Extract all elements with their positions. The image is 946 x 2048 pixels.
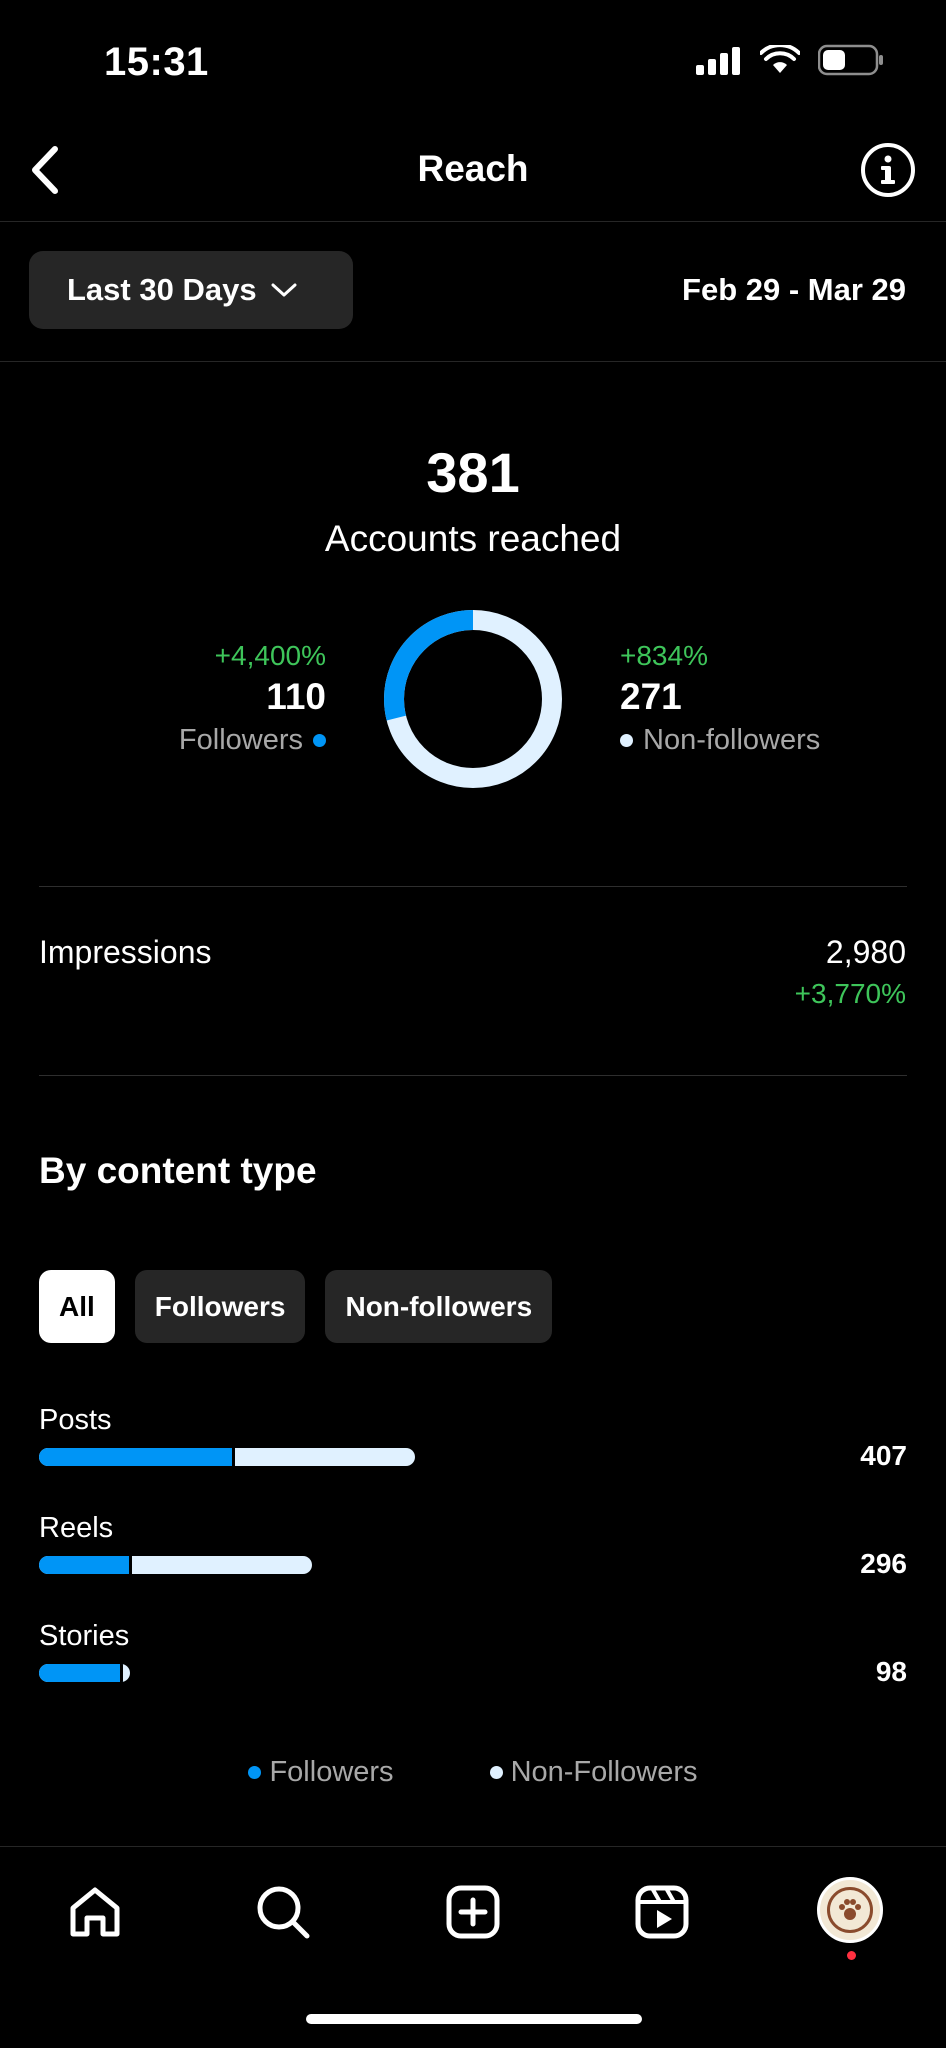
- bar-row-posts: Posts 407: [39, 1404, 907, 1494]
- reach-donut-chart: [384, 610, 562, 788]
- nav-bar: Reach: [0, 120, 946, 222]
- followers-dot-icon: [313, 734, 326, 747]
- info-button[interactable]: [858, 140, 918, 200]
- home-icon: [70, 1887, 120, 1937]
- bar-non-followers: [39, 1556, 312, 1574]
- chevron-down-icon: [271, 283, 297, 297]
- status-bar: 15:31: [0, 0, 946, 120]
- content-type-filter: All Followers Non-followers: [39, 1270, 553, 1343]
- impressions-change: +3,770%: [794, 978, 906, 1009]
- bar-row-stories: Stories 98: [39, 1620, 907, 1710]
- create-icon: [446, 1885, 500, 1939]
- tab-reels[interactable]: [627, 1877, 697, 1947]
- bar-row-reels: Reels 296: [39, 1512, 907, 1602]
- legend-label: Followers: [269, 1756, 394, 1788]
- filter-bar: Last 30 Days Feb 29 - Mar 29: [0, 222, 946, 362]
- bar-value: 296: [860, 1548, 907, 1579]
- impressions-label: Impressions: [39, 934, 212, 970]
- pill-all[interactable]: All: [39, 1270, 115, 1343]
- date-range-text: Feb 29 - Mar 29: [682, 272, 906, 307]
- search-icon: [257, 1886, 310, 1939]
- cellular-signal-icon: [696, 47, 740, 75]
- non-followers-label-row: Non-followers: [620, 724, 820, 757]
- bar-followers: [39, 1664, 123, 1682]
- content-type-title: By content type: [39, 1150, 317, 1191]
- home-indicator: [306, 2014, 642, 2024]
- legend-label: Non-Followers: [510, 1756, 698, 1788]
- bar-non-followers: [39, 1664, 130, 1682]
- accounts-reached-label: Accounts reached: [324, 518, 622, 559]
- tab-create[interactable]: [438, 1877, 508, 1947]
- wifi-icon: [760, 45, 800, 73]
- non-followers-dot-icon: [620, 734, 633, 747]
- paw-icon: [839, 1899, 861, 1920]
- bar-non-followers: [39, 1448, 415, 1466]
- divider: [39, 1075, 907, 1076]
- bar-followers: [39, 1448, 235, 1466]
- info-icon: [861, 143, 915, 197]
- divider: [39, 886, 907, 887]
- chart-legend: Followers Non-Followers: [0, 1756, 946, 1789]
- status-time: 15:31: [104, 40, 209, 84]
- reels-icon: [635, 1885, 689, 1939]
- impressions-value: 2,980: [825, 934, 906, 970]
- tab-profile[interactable]: [817, 1877, 883, 1943]
- non-followers-stat: +834% 271 Non-followers: [620, 640, 820, 757]
- followers-change: +4,400%: [214, 640, 326, 671]
- legend-dot-icon: [248, 1766, 262, 1779]
- followers-count: 110: [266, 676, 326, 717]
- tab-home[interactable]: [60, 1877, 130, 1947]
- bar-label: Posts: [39, 1404, 112, 1436]
- bar-label: Reels: [39, 1512, 114, 1544]
- status-icons: [696, 44, 884, 76]
- tab-search[interactable]: [248, 1877, 318, 1947]
- non-followers-count: 271: [620, 676, 682, 717]
- pill-non-followers[interactable]: Non-followers: [325, 1270, 553, 1343]
- bar-label: Stories: [39, 1620, 130, 1652]
- non-followers-label: Non-followers: [643, 724, 821, 756]
- non-followers-change: +834%: [620, 640, 708, 671]
- notification-dot: [847, 1951, 856, 1960]
- bar-value: 98: [875, 1656, 907, 1687]
- bar-followers: [39, 1556, 132, 1574]
- bar-value: 407: [860, 1440, 907, 1471]
- profile-avatar: [827, 1887, 873, 1933]
- date-range-dropdown-label: Last 30 Days: [67, 272, 257, 307]
- legend-item-non-followers: Non-Followers: [489, 1756, 698, 1789]
- date-range-dropdown[interactable]: Last 30 Days: [29, 251, 353, 329]
- followers-stat: +4,400% 110 Followers: [179, 640, 326, 757]
- followers-label-row: Followers: [179, 724, 326, 757]
- legend-dot-icon: [489, 1766, 503, 1779]
- pill-followers[interactable]: Followers: [134, 1270, 306, 1343]
- legend-item-followers: Followers: [248, 1756, 394, 1789]
- followers-label: Followers: [178, 724, 303, 756]
- page-title: Reach: [417, 148, 529, 189]
- accounts-reached-count: 381: [426, 441, 520, 504]
- battery-icon: [818, 44, 883, 76]
